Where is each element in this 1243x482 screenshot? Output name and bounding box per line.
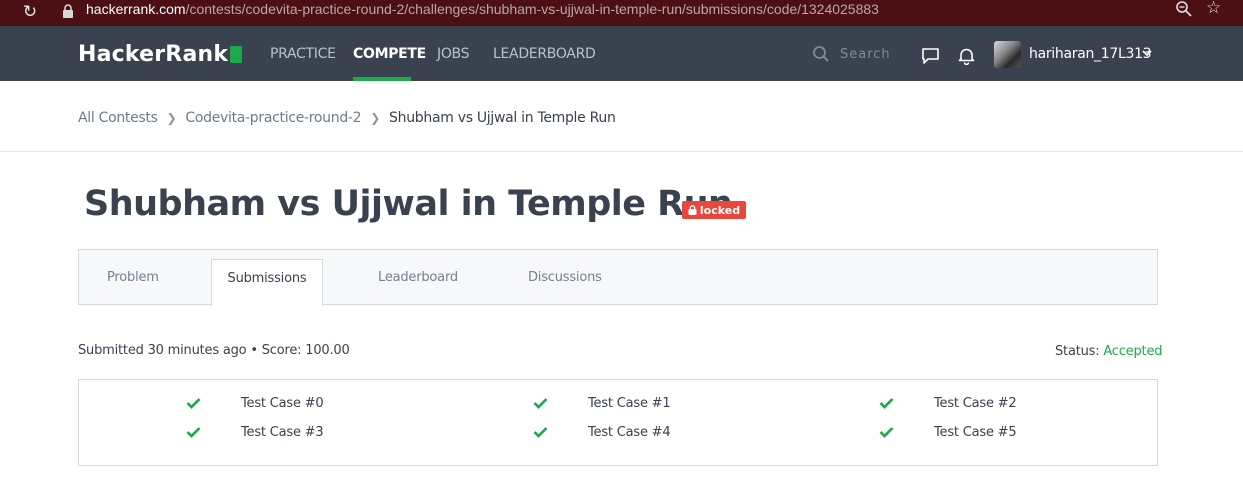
test-case-item[interactable]: Test Case #5: [879, 425, 1017, 440]
breadcrumb: All Contests ❯ Codevita-practice-round-2…: [78, 110, 616, 126]
submission-status: Status: Accepted: [1055, 344, 1163, 359]
url-host: hackerrank.com: [86, 1, 186, 17]
search-input[interactable]: Search: [840, 47, 891, 62]
breadcrumb-bar: All Contests ❯ Codevita-practice-round-2…: [0, 81, 1243, 152]
test-case-item[interactable]: Test Case #3: [186, 425, 324, 440]
nav-practice[interactable]: PRACTICE: [270, 46, 336, 62]
check-icon: [533, 427, 548, 438]
test-case-item[interactable]: Test Case #1: [533, 396, 671, 411]
locked-badge: locked: [682, 201, 746, 219]
breadcrumb-all-contests[interactable]: All Contests: [78, 110, 158, 126]
test-case-label: Test Case #5: [934, 424, 1017, 440]
top-navigation: HackerRank PRACTICE COMPETE JOBS LEADERB…: [0, 26, 1243, 81]
search-box[interactable]: Search: [812, 44, 891, 64]
check-icon: [879, 398, 894, 409]
check-icon: [533, 398, 548, 409]
bookmark-star-icon[interactable]: ☆: [1206, 0, 1224, 17]
submission-info: Submitted 30 minutes ago • Score: 100.00: [78, 343, 350, 358]
test-case-item[interactable]: Test Case #4: [533, 425, 671, 440]
hackerrank-logo[interactable]: HackerRank: [78, 41, 243, 67]
avatar[interactable]: [994, 41, 1021, 68]
check-icon: [879, 427, 894, 438]
nav-compete[interactable]: COMPETE: [353, 46, 426, 62]
test-case-label: Test Case #1: [588, 395, 671, 411]
browser-url-bar: ↻ hackerrank.com/contests/codevita-pract…: [0, 0, 1243, 26]
zoom-icon[interactable]: [1175, 0, 1193, 18]
test-case-item[interactable]: Test Case #0: [186, 396, 324, 411]
tab-problem[interactable]: Problem: [107, 270, 159, 285]
logo-text: HackerRank: [78, 41, 229, 67]
tab-discussions[interactable]: Discussions: [528, 270, 602, 285]
test-cases-panel: Test Case #0 Test Case #1 Test Case #2 T…: [78, 379, 1158, 466]
test-case-label: Test Case #2: [934, 395, 1017, 411]
breadcrumb-contest[interactable]: Codevita-practice-round-2: [185, 110, 361, 126]
chevron-right-icon: ❯: [370, 111, 381, 125]
url-path: /contests/codevita-practice-round-2/chal…: [185, 1, 879, 17]
lock-icon: [63, 4, 73, 18]
breadcrumb-current: Shubham vs Ujjwal in Temple Run: [389, 110, 616, 126]
challenge-tabs: Problem Submissions Leaderboard Discussi…: [78, 249, 1158, 306]
notifications-bell-icon[interactable]: [958, 47, 975, 65]
nav-jobs[interactable]: JOBS: [437, 46, 470, 62]
lock-icon: [688, 205, 697, 215]
status-value: Accepted: [1103, 344, 1163, 359]
username-label[interactable]: hariharan_17L313: [1029, 46, 1152, 62]
tab-leaderboard[interactable]: Leaderboard: [378, 270, 458, 285]
messages-icon[interactable]: [921, 47, 940, 65]
locked-badge-label: locked: [699, 203, 741, 217]
check-icon: [186, 427, 201, 438]
chevron-down-icon[interactable]: [1141, 47, 1153, 59]
nav-leaderboard[interactable]: LEADERBOARD: [493, 46, 596, 62]
test-case-item[interactable]: Test Case #2: [879, 396, 1017, 411]
status-label: Status:: [1055, 344, 1100, 359]
test-case-label: Test Case #0: [241, 395, 324, 411]
tab-submissions[interactable]: Submissions: [211, 259, 323, 306]
search-icon: [813, 46, 829, 62]
test-case-label: Test Case #3: [241, 424, 324, 440]
logo-block-icon: [230, 45, 243, 63]
page-title: Shubham vs Ujjwal in Temple Run: [84, 184, 733, 224]
reload-icon[interactable]: ↻: [20, 2, 40, 22]
address-field[interactable]: hackerrank.com/contests/codevita-practic…: [86, 0, 879, 18]
test-case-label: Test Case #4: [588, 424, 671, 440]
chevron-right-icon: ❯: [166, 111, 177, 125]
check-icon: [186, 398, 201, 409]
